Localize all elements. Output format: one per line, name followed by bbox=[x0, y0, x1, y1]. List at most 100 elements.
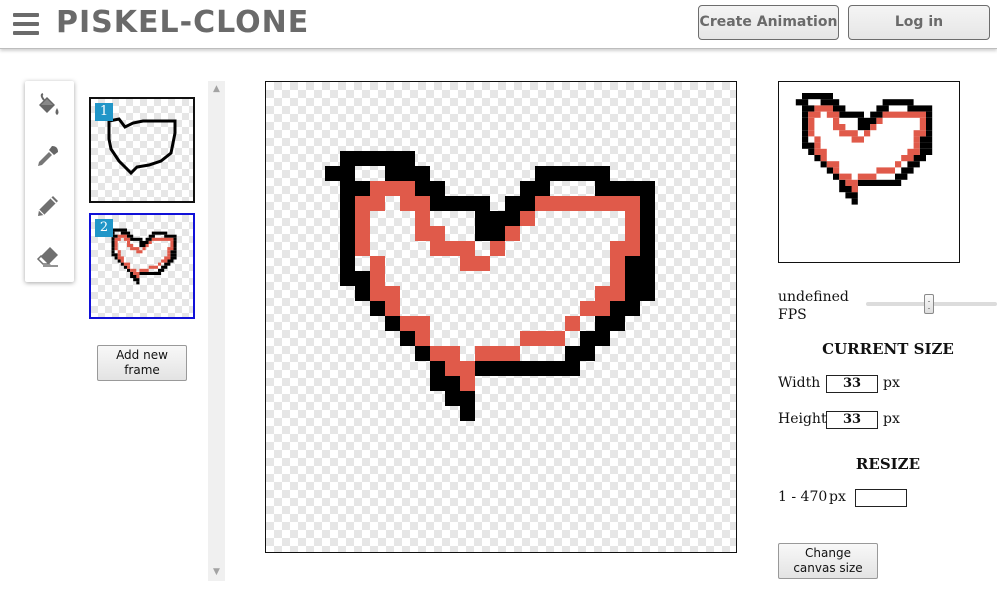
fill-pixel-run bbox=[901, 155, 914, 162]
fill-pixel-run bbox=[370, 271, 385, 286]
fps-slider[interactable] bbox=[866, 294, 997, 314]
fill-pixel-run bbox=[833, 167, 840, 174]
fill-pixel-run bbox=[625, 226, 640, 241]
outline-pixel-run bbox=[117, 259, 121, 263]
add-frame-label-line2: frame bbox=[124, 363, 160, 377]
fill-pixel-run bbox=[151, 237, 174, 241]
outline-pixel-run bbox=[111, 244, 115, 248]
fill-pixel-run bbox=[167, 247, 174, 251]
fill-pixel-run bbox=[907, 148, 920, 155]
frame-thumbnail-2[interactable]: 2 bbox=[89, 213, 195, 319]
add-new-frame-button[interactable]: Add new frame bbox=[97, 345, 187, 381]
canvas-pixels bbox=[325, 151, 655, 421]
outline-pixel-run bbox=[919, 136, 933, 143]
outline-pixel-run bbox=[882, 99, 914, 106]
fill-pixel-run bbox=[117, 256, 124, 260]
fill-pixel-run bbox=[820, 155, 827, 162]
outline-pixel-run bbox=[445, 391, 475, 406]
outline-pixel-run bbox=[802, 105, 815, 112]
fill-pixel-run bbox=[117, 234, 127, 238]
outline-pixel-run bbox=[839, 111, 864, 118]
outline-pixel-run bbox=[802, 117, 809, 124]
fill-pixel-run bbox=[475, 346, 520, 361]
fill-pixel-run bbox=[913, 136, 920, 143]
scroll-down-arrow-icon[interactable]: ▼ bbox=[208, 564, 225, 581]
fill-pixel-run bbox=[808, 124, 815, 131]
fill-pixel-run bbox=[580, 301, 610, 316]
fill-pixel-run bbox=[808, 130, 815, 137]
frame-thumbnail-1[interactable]: 1 bbox=[89, 97, 195, 203]
fill-pixel-run bbox=[136, 275, 140, 279]
create-animation-button[interactable]: Create Animation bbox=[698, 5, 839, 40]
width-unit: px bbox=[883, 375, 900, 391]
fill-pixel-run bbox=[520, 331, 565, 346]
outline-pixel-run bbox=[340, 241, 355, 256]
fill-pixel-run bbox=[610, 256, 625, 271]
frame-1-outline bbox=[107, 117, 177, 176]
eyedropper-icon[interactable] bbox=[35, 143, 61, 169]
resize-input[interactable] bbox=[855, 489, 907, 507]
fill-pixel-run bbox=[851, 136, 864, 143]
fill-pixel-run bbox=[164, 256, 171, 260]
outline-pixel-run bbox=[167, 259, 174, 263]
outline-pixel-run bbox=[625, 286, 655, 301]
fill-pixel-run bbox=[610, 271, 625, 286]
outline-pixel-run bbox=[475, 226, 505, 241]
height-unit: px bbox=[883, 411, 900, 427]
fill-pixel-run bbox=[370, 256, 385, 271]
resize-range-label: 1 - 470 bbox=[778, 489, 828, 505]
outline-pixel-run bbox=[133, 278, 140, 282]
fill-pixel-run bbox=[117, 253, 121, 257]
eraser-icon[interactable] bbox=[35, 243, 61, 269]
fill-pixel-run bbox=[913, 130, 926, 137]
width-field[interactable]: 33 bbox=[826, 375, 878, 393]
drawing-canvas[interactable] bbox=[265, 81, 737, 553]
outline-pixel-run bbox=[173, 237, 177, 241]
menu-icon[interactable] bbox=[13, 13, 39, 35]
frame-number-badge: 1 bbox=[95, 103, 113, 121]
height-label: Height bbox=[778, 411, 827, 427]
fill-pixel-run bbox=[161, 259, 168, 263]
fill-pixel-run bbox=[127, 240, 131, 244]
fill-pixel-run bbox=[826, 111, 840, 118]
fill-pixel-run bbox=[355, 241, 370, 256]
fill-pixel-run bbox=[870, 124, 877, 131]
pencil-icon[interactable] bbox=[35, 193, 61, 219]
outline-pixel-run bbox=[907, 161, 920, 168]
fill-pixel-run bbox=[114, 247, 118, 251]
scroll-up-arrow-icon[interactable]: ▲ bbox=[208, 81, 225, 98]
outline-pixel-run bbox=[913, 155, 926, 162]
paint-bucket-icon[interactable] bbox=[35, 93, 61, 119]
outline-pixel-run bbox=[907, 105, 933, 112]
frames-scrollbar[interactable]: ▲ ▼ bbox=[208, 81, 225, 581]
fill-pixel-run bbox=[839, 130, 858, 137]
outline-pixel-run bbox=[595, 316, 625, 331]
fill-pixel-run bbox=[400, 196, 430, 211]
fps-unit-text: FPS bbox=[778, 307, 807, 323]
frame-number-badge: 2 bbox=[95, 219, 113, 237]
outline-pixel-run bbox=[802, 93, 833, 100]
outline-pixel-run bbox=[802, 142, 815, 149]
app-logo[interactable]: PISKEL-CLONE bbox=[56, 4, 309, 42]
fill-pixel-run bbox=[919, 117, 926, 124]
outline-pixel-run bbox=[926, 117, 933, 124]
fill-pixel-run bbox=[142, 247, 146, 251]
fill-pixel-run bbox=[808, 117, 815, 124]
outline-pixel-run bbox=[385, 316, 400, 331]
fill-pixel-run bbox=[170, 240, 174, 244]
outline-pixel-run bbox=[114, 256, 118, 260]
fill-pixel-run bbox=[127, 265, 131, 269]
height-field[interactable]: 33 bbox=[826, 411, 878, 429]
outline-pixel-run bbox=[919, 142, 933, 149]
outline-pixel-run bbox=[814, 155, 821, 162]
login-button[interactable]: Log in bbox=[848, 5, 990, 40]
fill-pixel-run bbox=[415, 211, 430, 226]
fill-pixel-run bbox=[130, 268, 137, 272]
outline-pixel-run bbox=[640, 196, 655, 211]
current-size-title: CURRENT SIZE bbox=[822, 340, 954, 358]
fill-pixel-run bbox=[913, 142, 920, 149]
fps-slider-thumb[interactable] bbox=[924, 294, 935, 314]
change-canvas-size-button[interactable]: Change canvas size bbox=[778, 543, 878, 579]
outline-pixel-run bbox=[148, 234, 155, 238]
outline-pixel-run bbox=[625, 271, 655, 286]
